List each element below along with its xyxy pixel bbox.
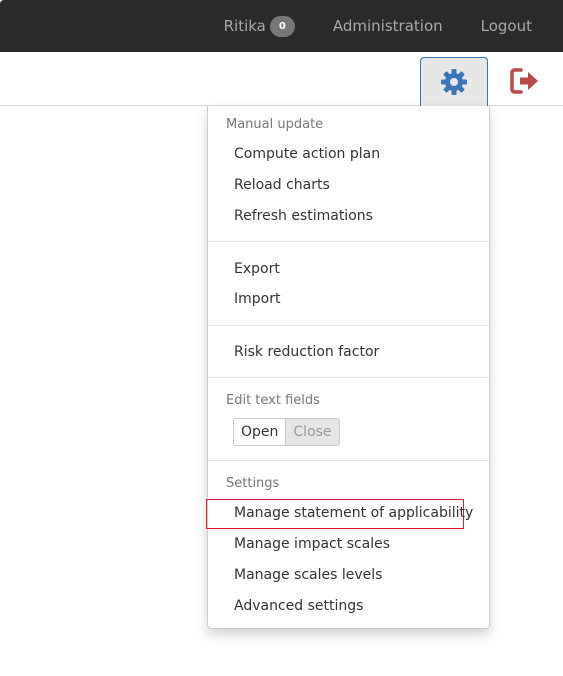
user-menu[interactable]: Ritika 0	[223, 15, 295, 37]
import-item[interactable]: Import	[234, 291, 280, 307]
advanced-settings-item[interactable]: Advanced settings	[234, 598, 363, 614]
export-item[interactable]: Export	[234, 261, 280, 277]
settings-dropdown-menu: Manual update Compute action plan Reload…	[206, 106, 490, 629]
logout-icon-button[interactable]	[507, 65, 543, 97]
toolbar	[0, 52, 563, 106]
manage-impact-scales-item[interactable]: Manage impact scales	[234, 536, 390, 552]
divider	[208, 460, 489, 461]
divider	[208, 325, 489, 326]
risk-reduction-factor-item[interactable]: Risk reduction factor	[234, 344, 379, 360]
logout-link[interactable]: Logout	[481, 17, 532, 35]
manage-statement-of-applicability-item[interactable]: Manage statement of applicability	[234, 505, 473, 521]
manual-update-header: Manual update	[226, 117, 324, 132]
top-navbar: Ritika 0 Administration Logout	[0, 0, 563, 52]
divider	[208, 377, 489, 378]
close-button[interactable]: Close	[285, 419, 339, 445]
user-name: Ritika	[223, 17, 266, 35]
compute-action-plan-item[interactable]: Compute action plan	[234, 146, 380, 162]
reload-charts-item[interactable]: Reload charts	[234, 177, 330, 193]
edit-text-toggle-group: Open Close	[233, 418, 340, 446]
gear-icon	[441, 69, 467, 95]
edit-text-fields-header: Edit text fields	[226, 393, 320, 408]
refresh-estimations-item[interactable]: Refresh estimations	[234, 208, 373, 224]
administration-link[interactable]: Administration	[333, 17, 443, 35]
settings-gear-button[interactable]	[420, 57, 488, 106]
open-button[interactable]: Open	[234, 419, 286, 445]
sign-out-icon	[510, 68, 538, 94]
settings-header: Settings	[226, 476, 280, 491]
divider	[208, 241, 489, 242]
manage-scales-levels-item[interactable]: Manage scales levels	[234, 567, 382, 583]
notification-badge: 0	[269, 15, 295, 37]
